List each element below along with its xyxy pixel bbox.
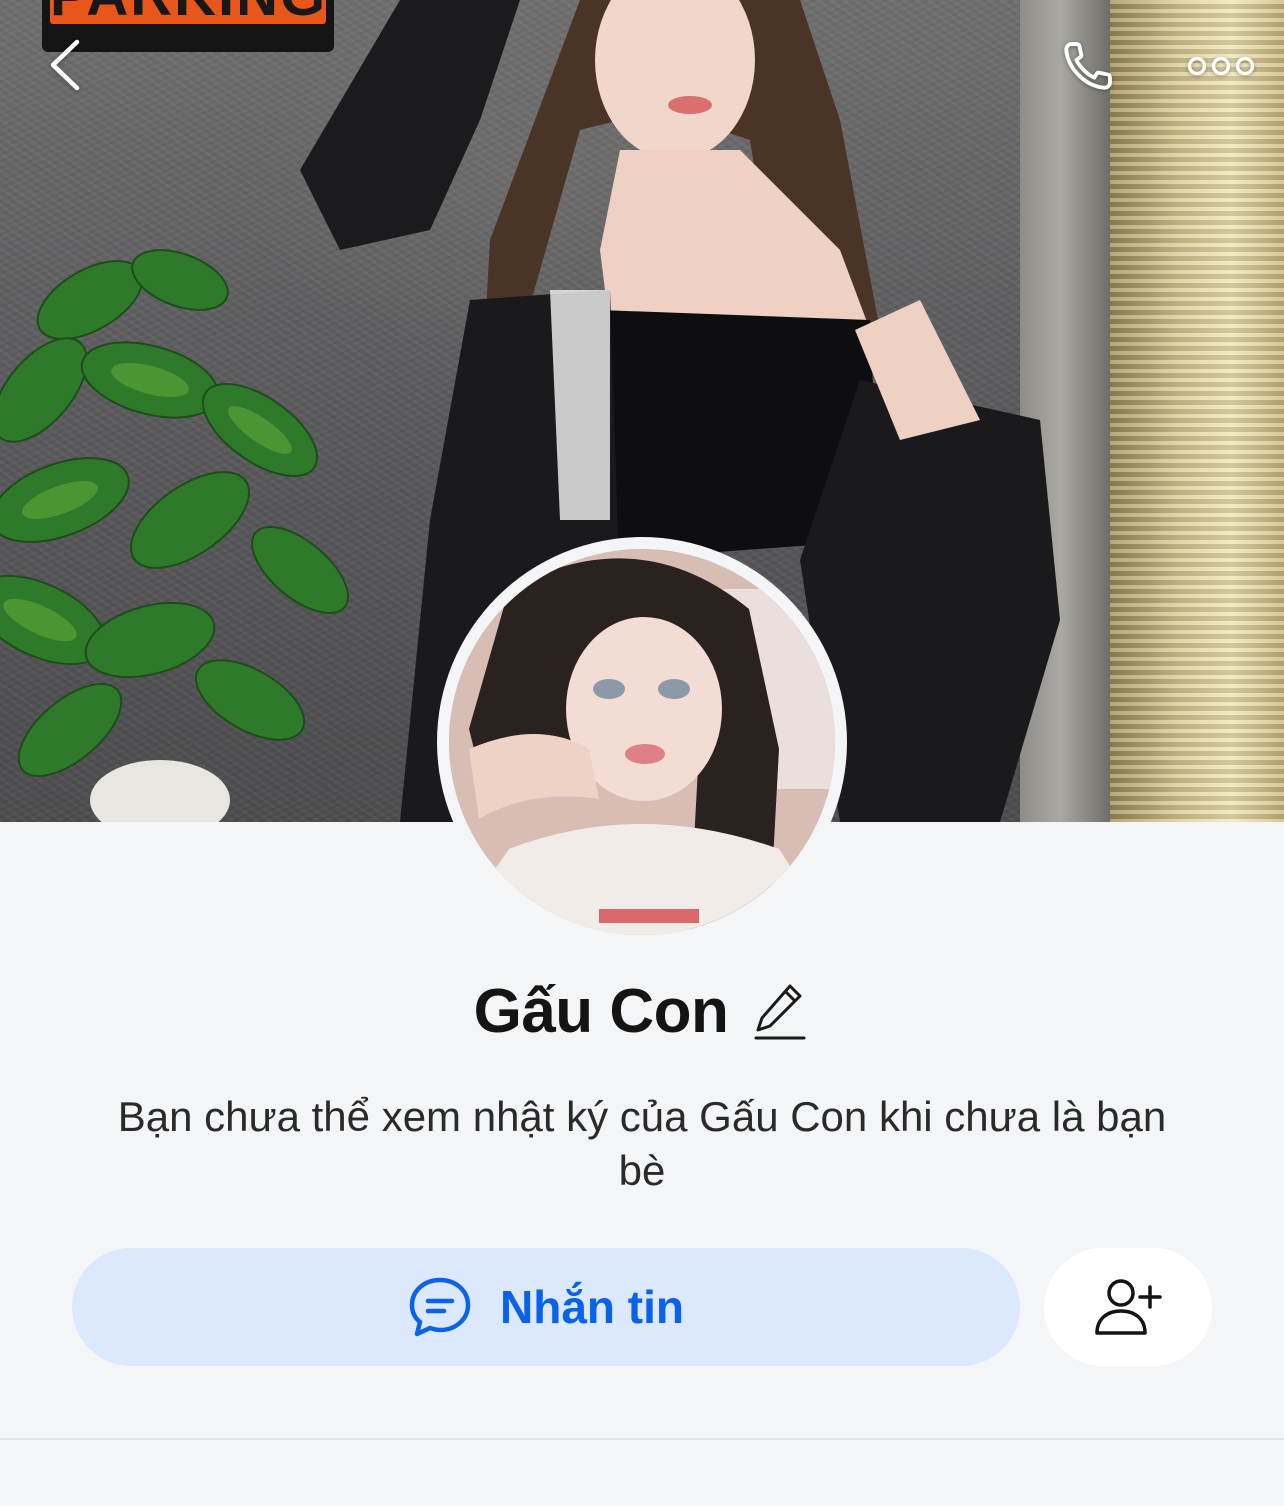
pencil-icon: [754, 984, 806, 1040]
more-horizontal-icon: [1187, 56, 1255, 76]
chat-bubble-icon: [409, 1277, 471, 1337]
profile-screen: PARKING: [0, 0, 1284, 1506]
add-friend-button[interactable]: [1044, 1248, 1212, 1366]
message-button-label: Nhắn tin: [500, 1281, 684, 1333]
add-friend-icon: [1095, 1279, 1162, 1335]
profile-name: Gấu Con: [473, 976, 729, 1046]
avatar-photo: [449, 549, 835, 935]
call-button[interactable]: [1048, 30, 1128, 102]
message-button[interactable]: Nhắn tin: [72, 1248, 1020, 1366]
edit-name-button[interactable]: [750, 977, 810, 1045]
phone-icon: [1064, 42, 1112, 90]
cover-gold-panel: [1110, 0, 1284, 822]
section-divider: [0, 1438, 1284, 1440]
back-button[interactable]: [30, 30, 100, 100]
profile-avatar[interactable]: [437, 537, 847, 947]
profile-name-row: Gấu Con: [0, 966, 1284, 1056]
chevron-left-icon: [50, 39, 80, 91]
more-options-button[interactable]: [1176, 36, 1266, 96]
privacy-note: Bạn chưa thể xem nhật ký của Gấu Con khi…: [117, 1093, 1167, 1194]
avatar-portrait: [449, 549, 835, 935]
